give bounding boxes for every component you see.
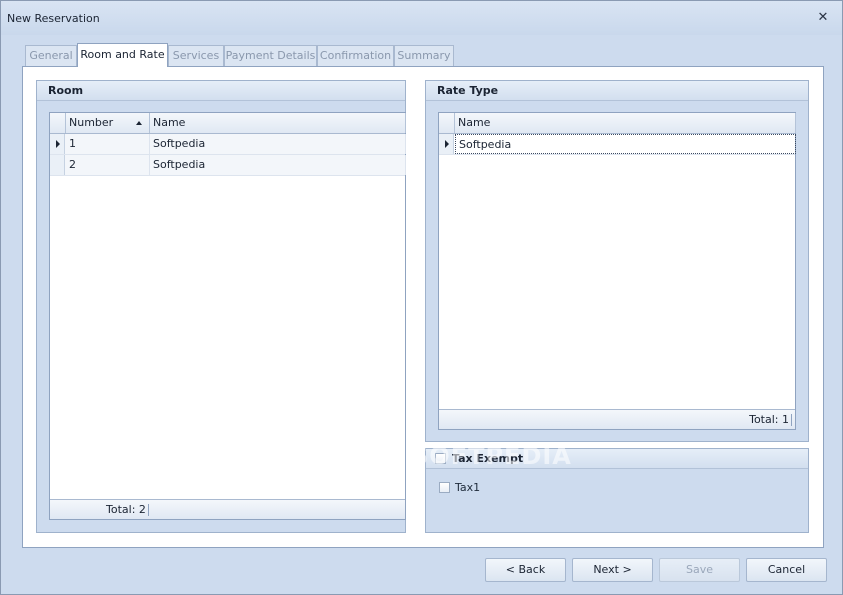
rate-type-grid-header: Name	[439, 113, 796, 134]
rate-type-name-cell[interactable]: Softpedia	[455, 134, 796, 154]
column-header-number-label: Number	[69, 116, 114, 129]
tax-exempt-checkbox[interactable]	[435, 453, 446, 464]
cancel-button[interactable]: Cancel	[746, 558, 827, 582]
next-button[interactable]: Next >	[572, 558, 653, 582]
room-number-cell[interactable]: 1	[66, 134, 150, 154]
room-grid[interactable]: Number Name 1 Softpedia 2 Softpedia Tota	[49, 112, 406, 520]
room-grid-header: Number Name	[50, 113, 406, 134]
room-name-cell[interactable]: Softpedia	[150, 155, 406, 175]
rate-type-grid[interactable]: Name Softpedia Total: 1	[438, 112, 796, 430]
table-row[interactable]: 2 Softpedia	[50, 155, 406, 176]
row-indicator	[439, 134, 454, 154]
room-group: Room Number Name 1 Softpedia 2 Softpedia…	[36, 80, 406, 533]
room-grid-footer: Total: 2	[50, 499, 405, 519]
rate-type-total: Total: 1	[749, 413, 789, 426]
footer-separator	[791, 414, 792, 426]
row-indicator	[50, 155, 65, 175]
back-button[interactable]: < Back	[485, 558, 566, 582]
save-button: Save	[659, 558, 740, 582]
tax1-label[interactable]: Tax1	[455, 481, 480, 494]
tab-services[interactable]: Services	[168, 45, 224, 67]
tab-page-room-and-rate: Room Number Name 1 Softpedia 2 Softpedia…	[22, 66, 824, 548]
column-header-name[interactable]: Name	[150, 113, 406, 133]
footer-separator	[148, 504, 149, 516]
tab-general[interactable]: General	[25, 45, 77, 67]
row-indicator-icon	[56, 140, 60, 148]
tax1-checkbox[interactable]	[439, 482, 450, 493]
dialog-window: New Reservation ✕ General Room and Rate …	[0, 0, 843, 595]
tab-confirmation[interactable]: Confirmation	[317, 45, 394, 67]
close-icon[interactable]: ✕	[817, 11, 829, 24]
column-header-name[interactable]: Name	[455, 113, 796, 133]
tax-exempt-label[interactable]: Tax Exempt	[452, 452, 523, 465]
window-title: New Reservation	[7, 12, 100, 25]
column-header-number[interactable]: Number	[66, 113, 150, 133]
room-name-cell[interactable]: Softpedia	[150, 134, 406, 154]
rate-type-grid-footer: Total: 1	[439, 409, 795, 429]
row-indicator-header	[50, 113, 66, 133]
table-row[interactable]: Softpedia	[439, 134, 796, 155]
rate-type-group: Rate Type Name Softpedia Total: 1	[425, 80, 809, 442]
room-total: Total: 2	[106, 503, 146, 516]
row-indicator	[50, 134, 65, 154]
room-number-cell[interactable]: 2	[66, 155, 150, 175]
row-indicator-icon	[445, 140, 449, 148]
tab-summary[interactable]: Summary	[394, 45, 454, 67]
row-indicator-header	[439, 113, 455, 133]
table-row[interactable]: 1 Softpedia	[50, 134, 406, 155]
tab-payment-details[interactable]: Payment Details	[224, 45, 317, 67]
tax-exempt-header: Tax Exempt	[426, 449, 808, 469]
rate-type-group-title: Rate Type	[426, 81, 808, 101]
tab-room-and-rate[interactable]: Room and Rate	[77, 43, 168, 67]
title-bar: New Reservation ✕	[1, 1, 842, 35]
tax-exempt-group: Tax Exempt Tax1	[425, 448, 809, 533]
sort-ascending-icon	[136, 121, 142, 125]
room-group-title: Room	[37, 81, 405, 101]
